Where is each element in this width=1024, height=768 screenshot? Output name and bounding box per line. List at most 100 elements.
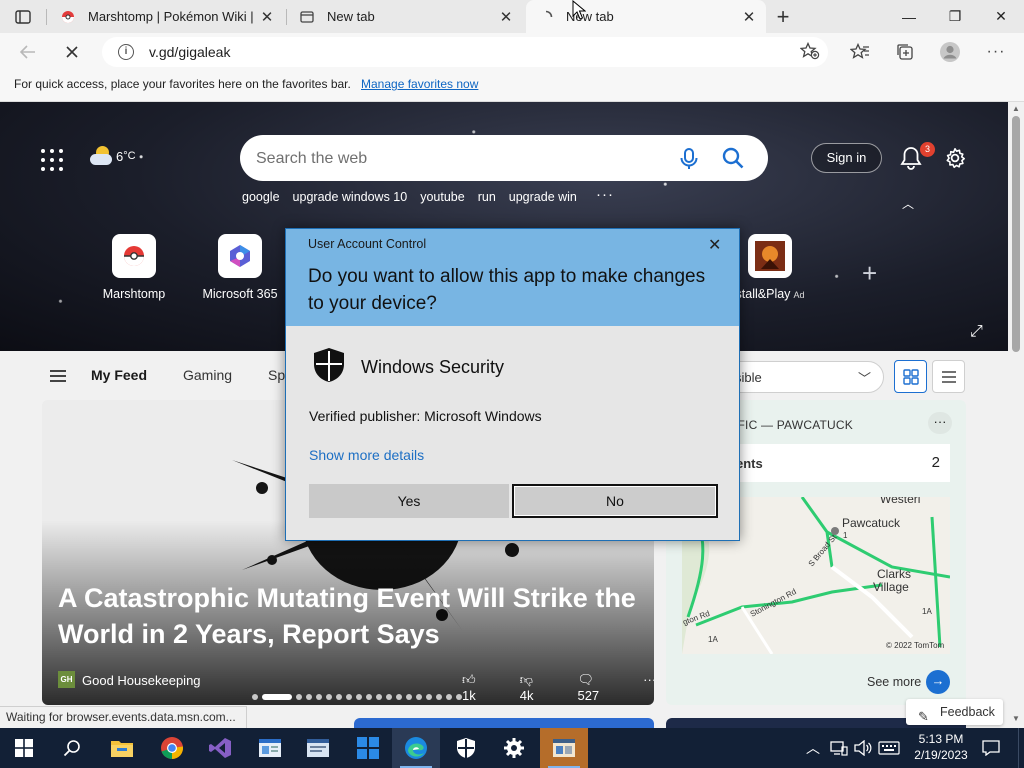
uac-question: Do you want to allow this app to make ch… bbox=[308, 266, 706, 314]
add-favorite-star-icon[interactable] bbox=[799, 41, 820, 65]
taskbar-chrome[interactable] bbox=[148, 728, 196, 768]
close-icon[interactable]: ✕ bbox=[708, 235, 721, 255]
article-more-button[interactable]: ··· bbox=[643, 672, 654, 703]
tab-new-tab-active[interactable]: New tab ✕ bbox=[526, 0, 766, 33]
like-button[interactable]: 👍︎ 1k bbox=[462, 672, 498, 703]
network-icon[interactable] bbox=[830, 728, 848, 768]
grid-view-button[interactable] bbox=[894, 360, 927, 393]
show-more-details-link[interactable]: Show more details bbox=[309, 447, 424, 463]
minimize-button[interactable]: — bbox=[886, 0, 932, 33]
taskbar-uac-consent[interactable] bbox=[540, 728, 588, 768]
list-view-button[interactable] bbox=[932, 360, 965, 393]
tab-gaming[interactable]: Gaming bbox=[183, 367, 232, 383]
favorites-icon[interactable] bbox=[846, 38, 874, 66]
collections-icon[interactable] bbox=[891, 38, 919, 66]
taskbar-file-explorer[interactable] bbox=[98, 728, 146, 768]
map-label: Clarks bbox=[877, 567, 911, 581]
volume-icon[interactable] bbox=[854, 728, 872, 768]
profile-avatar-icon[interactable] bbox=[936, 38, 964, 66]
app-launcher-icon[interactable] bbox=[41, 149, 63, 171]
no-button[interactable]: No bbox=[512, 484, 718, 518]
taskbar-edge[interactable] bbox=[392, 728, 440, 768]
tab-new-tab[interactable]: New tab ✕ bbox=[287, 0, 523, 33]
microphone-icon[interactable] bbox=[678, 147, 700, 171]
expand-diagonal-icon[interactable]: ⤢ bbox=[970, 323, 983, 341]
add-site-plus-icon[interactable]: + bbox=[862, 258, 877, 289]
arrow-right-icon[interactable]: → bbox=[926, 670, 950, 694]
feedback-button[interactable]: ✎ Feedback bbox=[906, 699, 1003, 725]
quick-link-microsoft-365[interactable]: Microsoft 365 bbox=[198, 234, 282, 301]
taskbar-app-window[interactable] bbox=[294, 728, 342, 768]
trending-search-link[interactable]: upgrade windows 10 bbox=[293, 190, 408, 204]
close-tab-icon[interactable]: ✕ bbox=[256, 6, 278, 28]
quick-link-marshtomp[interactable]: Marshtomp bbox=[92, 234, 176, 301]
trending-search-link[interactable]: upgrade win bbox=[509, 190, 577, 204]
map-label: 1 bbox=[843, 531, 848, 540]
taskbar-windows-security[interactable] bbox=[442, 728, 490, 768]
article-headline[interactable]: A Catastrophic Mutating Event Will Strik… bbox=[58, 580, 648, 652]
settings-more-icon[interactable]: ··· bbox=[982, 38, 1010, 66]
show-desktop-button[interactable] bbox=[1018, 728, 1024, 768]
start-button[interactable] bbox=[0, 728, 48, 768]
scrollbar-thumb[interactable] bbox=[1012, 116, 1020, 352]
back-arrow-icon[interactable] bbox=[14, 38, 42, 66]
quick-link-install-play-ad[interactable]: stall&Play Ad bbox=[728, 234, 812, 301]
trending-searches: google upgrade windows 10 youtube run up… bbox=[242, 190, 590, 204]
scroll-down-arrow-icon[interactable]: ▼ bbox=[1012, 714, 1020, 723]
dislike-button[interactable]: 👎︎ 4k bbox=[520, 672, 556, 703]
next-article-card[interactable] bbox=[354, 718, 654, 728]
browser-toolbar: i v.gd/gigaleak ··· bbox=[0, 33, 1024, 71]
web-search-box[interactable]: Search the web bbox=[240, 135, 768, 181]
close-tab-icon[interactable]: ✕ bbox=[738, 6, 760, 28]
traffic-card-title: FFIC — PAWCATUCK bbox=[730, 418, 853, 432]
keyboard-icon[interactable] bbox=[878, 728, 900, 768]
taskbar-app-window[interactable] bbox=[246, 728, 294, 768]
article-source[interactable]: Good Housekeeping bbox=[82, 673, 201, 688]
stop-loading-icon[interactable] bbox=[58, 38, 86, 66]
weather-widget[interactable]: 6 °C bbox=[88, 146, 136, 166]
more-trending-button[interactable]: ··· bbox=[596, 186, 614, 203]
hamburger-menu-icon[interactable] bbox=[50, 370, 66, 382]
notification-center-icon[interactable] bbox=[982, 728, 1000, 768]
notification-count-badge: 3 bbox=[920, 142, 935, 157]
page-scrollbar[interactable]: ▲ ▼ bbox=[1008, 102, 1024, 728]
tab-marshtomp[interactable]: Marshtomp | Pokémon Wiki | Far ✕ bbox=[48, 0, 284, 33]
taskbar-settings[interactable] bbox=[490, 728, 538, 768]
close-window-button[interactable]: ✕ bbox=[978, 0, 1024, 33]
show-hidden-icons-chevron[interactable]: ︿ bbox=[806, 728, 820, 768]
search-button[interactable] bbox=[48, 728, 96, 768]
tab-sports[interactable]: Sp bbox=[268, 367, 285, 383]
see-more-link[interactable]: See more bbox=[867, 675, 921, 689]
windows-logo-icon bbox=[15, 739, 33, 757]
trending-search-link[interactable]: youtube bbox=[420, 190, 464, 204]
traffic-row-label: ents bbox=[736, 456, 763, 471]
manage-favorites-link[interactable]: Manage favorites now bbox=[361, 77, 478, 91]
user-account-control-dialog: User Account Control ✕ Do you want to al… bbox=[285, 228, 740, 541]
search-icon[interactable] bbox=[721, 146, 745, 170]
site-info-icon[interactable]: i bbox=[118, 44, 134, 60]
maximize-button[interactable]: ❐ bbox=[932, 0, 978, 33]
chevron-up-icon[interactable]: ︿ bbox=[902, 195, 914, 212]
close-tab-icon[interactable]: ✕ bbox=[495, 6, 517, 28]
tab-actions-menu-icon[interactable] bbox=[8, 6, 38, 28]
tab-my-feed[interactable]: My Feed bbox=[91, 367, 147, 383]
pokeball-icon bbox=[60, 9, 76, 25]
ad-tag: Ad bbox=[793, 290, 805, 300]
address-bar[interactable]: i v.gd/gigaleak bbox=[102, 37, 828, 67]
taskbar-visual-studio[interactable] bbox=[196, 728, 244, 768]
taskbar-start-tiles[interactable] bbox=[344, 728, 392, 768]
scroll-up-arrow-icon[interactable]: ▲ bbox=[1012, 104, 1020, 113]
comments-button[interactable]: 🗨︎ 527 bbox=[577, 672, 621, 703]
traffic-more-button[interactable]: ··· bbox=[928, 412, 952, 434]
notification-bell-icon[interactable] bbox=[900, 146, 922, 170]
chevron-down-icon: ﹀ bbox=[857, 371, 871, 386]
loading-spinner-icon bbox=[538, 9, 554, 25]
sign-in-button[interactable]: Sign in bbox=[811, 143, 882, 173]
gear-icon[interactable] bbox=[944, 147, 966, 169]
new-tab-button[interactable]: + bbox=[770, 4, 796, 30]
trending-search-link[interactable]: run bbox=[478, 190, 496, 204]
trending-search-link[interactable]: google bbox=[242, 190, 280, 204]
system-clock[interactable]: 5:13 PM 2/19/2023 bbox=[908, 731, 974, 763]
carousel-pagination[interactable] bbox=[252, 694, 466, 700]
yes-button[interactable]: Yes bbox=[309, 484, 509, 518]
